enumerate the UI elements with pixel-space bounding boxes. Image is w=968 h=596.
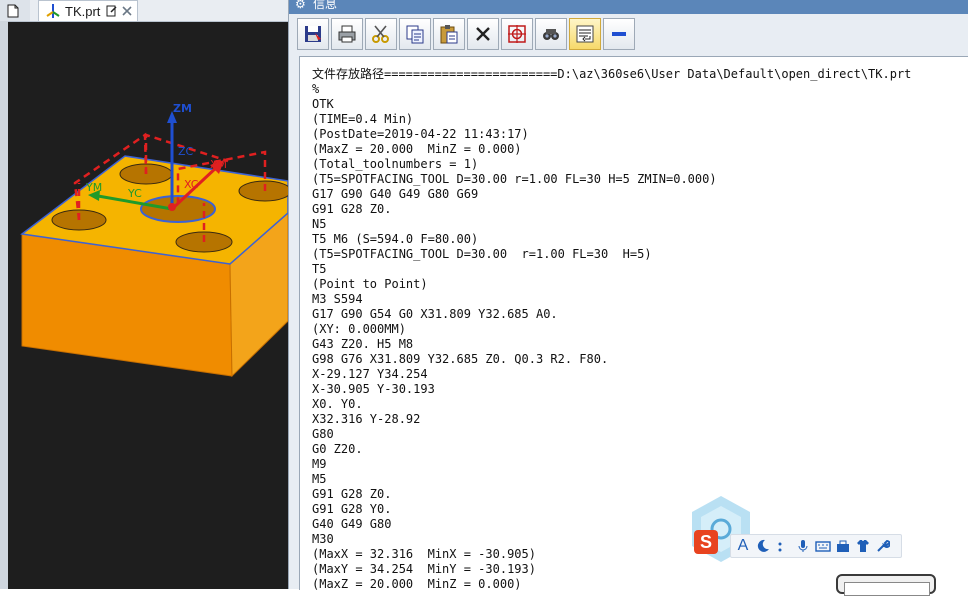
cut-icon — [372, 25, 389, 43]
ym-label: YM — [85, 181, 102, 194]
file-tab-bar: TK.prt — [0, 0, 288, 22]
file-tab-collapsed[interactable] — [0, 0, 30, 21]
punctuation-icon[interactable] — [775, 538, 791, 554]
delete-button[interactable] — [467, 18, 499, 50]
info-line: G91 G28 Z0. — [312, 202, 392, 216]
target-icon — [508, 25, 526, 43]
info-line: M5 — [312, 472, 327, 486]
partial-dialog[interactable] — [836, 574, 936, 596]
info-line: (T5=SPOTFACING_TOOL D=30.00 r=1.00 FL=30… — [312, 247, 652, 261]
info-line: G98 G76 X31.809 Y32.685 Z0. Q0.3 R2. F80… — [312, 352, 609, 366]
info-line: T5 — [312, 262, 327, 276]
info-line: (MaxZ = 20.000 MinZ = 0.000) — [312, 142, 522, 156]
ime-bar: A — [730, 534, 902, 558]
origin-marker — [168, 203, 176, 211]
minimize-icon — [612, 32, 626, 36]
info-line: (PostDate=2019-04-22 11:43:17) — [312, 127, 529, 141]
info-line: G17 G90 G40 G49 G80 G69 — [312, 187, 479, 201]
partial-dialog-field[interactable] — [844, 582, 930, 596]
info-line: (TIME=0.4 Min) — [312, 112, 414, 126]
info-line: M9 — [312, 457, 327, 471]
xm-label: XM — [210, 158, 227, 171]
info-line: OTK — [312, 97, 334, 111]
cut-button[interactable] — [365, 18, 397, 50]
info-window-title: 信息 — [313, 0, 338, 11]
print-button[interactable] — [331, 18, 363, 50]
moon-icon[interactable] — [755, 538, 771, 554]
save-button[interactable] — [297, 18, 329, 50]
document-icon — [7, 4, 19, 17]
info-line: X32.316 Y-28.92 — [312, 412, 421, 426]
info-line: G43 Z20. H5 M8 — [312, 337, 414, 351]
find-button[interactable] — [535, 18, 567, 50]
ime-logo[interactable]: S — [694, 530, 718, 554]
print-icon — [338, 25, 356, 43]
info-line: N5 — [312, 217, 327, 231]
wrench-icon[interactable] — [875, 538, 891, 554]
paste-icon — [440, 25, 458, 44]
save-icon — [305, 26, 321, 42]
info-line: (Total_toolnumbers = 1) — [312, 157, 479, 171]
info-line: G17 G90 G54 G0 X31.809 Y32.685 A0. — [312, 307, 558, 321]
info-line: T5 M6 (S=594.0 F=80.00) — [312, 232, 479, 246]
minimize-button[interactable] — [603, 18, 635, 50]
microphone-icon[interactable] — [795, 538, 811, 554]
close-icon[interactable] — [122, 6, 132, 16]
info-toolbar — [297, 18, 635, 50]
info-window-titlebar[interactable]: ⚙ 信息 — [289, 0, 968, 14]
part-file-icon — [46, 4, 60, 18]
info-line: G0 Z20. — [312, 442, 363, 456]
info-line: X-30.905 Y-30.193 — [312, 382, 435, 396]
copy-button[interactable] — [399, 18, 431, 50]
info-line: (Point to Point) — [312, 277, 428, 291]
info-line: G80 — [312, 427, 334, 441]
ime-mode-label[interactable]: A — [735, 537, 751, 554]
zc-label: ZC — [178, 145, 194, 158]
gear-icon: ⚙ — [295, 0, 306, 11]
info-line: X-29.127 Y34.254 — [312, 367, 428, 381]
info-line: (MaxZ = 20.000 MinZ = 0.000) — [312, 577, 522, 590]
yc-label: YC — [127, 187, 142, 200]
wrap-text-button[interactable] — [569, 18, 601, 50]
ime-toolbar[interactable]: S A — [686, 494, 906, 564]
modified-icon[interactable] — [106, 5, 118, 17]
delete-icon — [476, 27, 490, 41]
xc-label: XC — [184, 178, 199, 191]
part-model[interactable]: ZM ZC XM XC YM YC — [0, 21, 288, 589]
file-tab-label: TK.prt — [65, 3, 101, 19]
skin-shirt-icon[interactable] — [855, 538, 871, 554]
wrap-text-icon — [576, 25, 594, 43]
info-line: M3 S594 — [312, 292, 363, 306]
file-tab-tk[interactable]: TK.prt — [38, 0, 138, 21]
info-line: (T5=SPOTFACING_TOOL D=30.00 r=1.00 FL=30… — [312, 172, 717, 186]
info-line: (MaxY = 34.254 MinY = -30.193) — [312, 562, 536, 576]
target-button[interactable] — [501, 18, 533, 50]
paste-button[interactable] — [433, 18, 465, 50]
graphics-viewport[interactable]: TK.prt ZM ZC XM XC YM YC — [0, 0, 288, 589]
info-line: X0. Y0. — [312, 397, 363, 411]
toolbox-icon[interactable] — [835, 538, 851, 554]
find-icon — [543, 29, 559, 40]
copy-icon — [406, 25, 424, 44]
zm-label: ZM — [173, 102, 192, 115]
hole-2 — [238, 180, 288, 202]
info-line: % — [312, 82, 320, 96]
info-line: 文件存放路径========================D:\az\360s… — [312, 67, 912, 81]
keyboard-icon[interactable] — [815, 538, 831, 554]
info-line: (XY: 0.000MM) — [312, 322, 406, 336]
